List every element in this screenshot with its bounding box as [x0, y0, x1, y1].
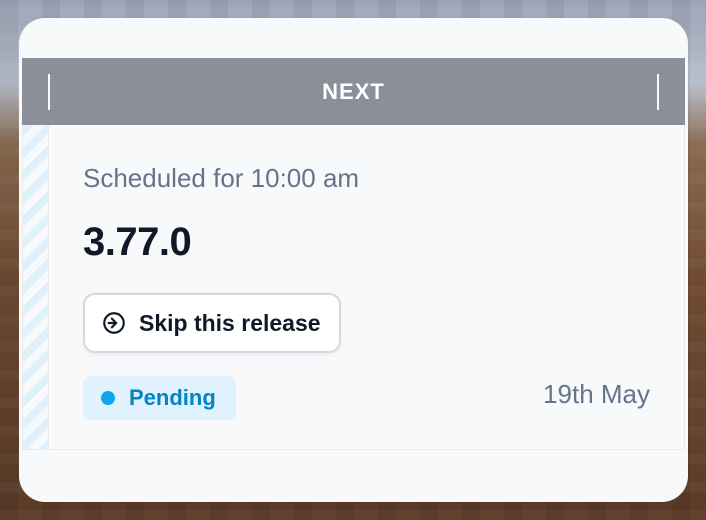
skip-release-label: Skip this release: [139, 310, 321, 336]
skip-release-button[interactable]: Skip this release: [83, 293, 341, 353]
release-card: NEXT Scheduled for 10:00 am 3.77.0 Skip …: [19, 18, 688, 502]
footer-divider: [22, 449, 685, 450]
card-header-label: NEXT: [322, 79, 385, 104]
release-date: 19th May: [543, 379, 650, 409]
release-content: Scheduled for 10:00 am 3.77.0 Skip this …: [83, 125, 684, 449]
status-badge: Pending: [83, 376, 236, 420]
card-header: NEXT: [22, 58, 685, 125]
release-version: 3.77.0: [83, 220, 192, 264]
row-stripe: [23, 125, 49, 449]
arrow-right-circle-icon: [101, 310, 127, 336]
status-dot-icon: [101, 391, 115, 405]
status-label: Pending: [129, 385, 216, 410]
release-row: Scheduled for 10:00 am 3.77.0 Skip this …: [22, 125, 685, 449]
scheduled-text: Scheduled for 10:00 am: [83, 163, 360, 193]
